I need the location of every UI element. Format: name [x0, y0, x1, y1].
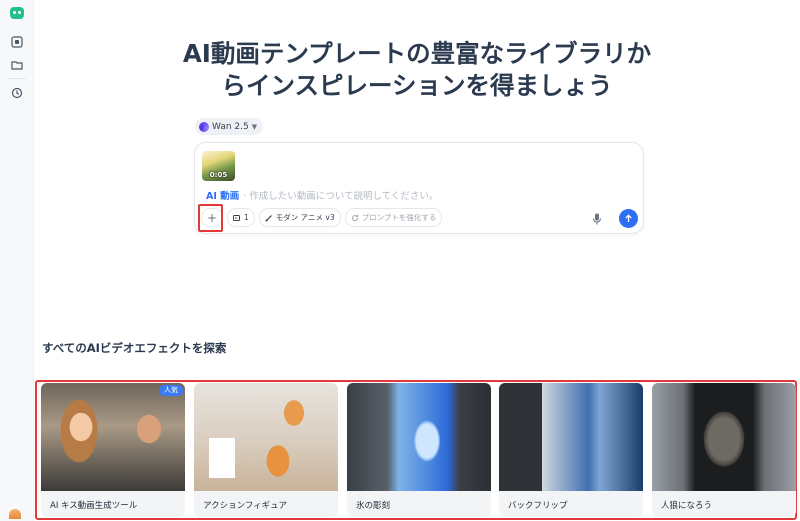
- video-count-button[interactable]: 1: [227, 208, 255, 227]
- effect-card-werewolf[interactable]: 人狼になろう: [652, 383, 796, 517]
- style-selector-button[interactable]: モダン アニメ v3: [258, 208, 341, 227]
- card-label: AI キス動画生成ツール: [50, 501, 138, 511]
- card-thumbnail: [41, 383, 185, 491]
- chevron-down-icon: ▼: [251, 122, 258, 131]
- add-attachment-button[interactable]: +: [201, 208, 223, 227]
- prompt-input[interactable]: AI 動画 · 作成したい動画について説明してください。: [206, 188, 438, 202]
- video-count-label: 1: [244, 213, 249, 222]
- sidebar: [0, 0, 34, 521]
- page-title-line-2: らインスピレーションを得ましょう: [221, 71, 613, 100]
- card-label: バックフリップ: [508, 501, 568, 511]
- model-selector[interactable]: Wan 2.5 ▼: [195, 118, 264, 135]
- card-label: アクションフィギュア: [203, 501, 287, 511]
- card-thumbnail: [347, 383, 491, 491]
- new-create-icon[interactable]: [9, 34, 25, 50]
- enhance-prompt-button[interactable]: プロンプトを強化する: [344, 208, 443, 227]
- enhance-label: プロンプトを強化する: [361, 213, 437, 222]
- arrow-up-icon: [625, 214, 632, 222]
- effect-card-backflip[interactable]: バックフリップ: [499, 383, 643, 517]
- user-avatar[interactable]: [9, 509, 21, 519]
- card-thumbnail: [652, 383, 796, 491]
- send-button[interactable]: [619, 209, 638, 228]
- page-title: AI動画テンプレートの豊富なライブラリか らインスピレーションを得ましょう: [34, 38, 800, 102]
- history-icon[interactable]: [9, 85, 25, 101]
- brush-icon: [265, 214, 272, 221]
- attached-video-thumbnail[interactable]: 0:05: [202, 151, 235, 181]
- microphone-icon[interactable]: [592, 213, 602, 225]
- page-title-line-1: AI動画テンプレートの豊富なライブラリか: [182, 39, 652, 68]
- section-title: すべてのAIビデオエフェクトを探索: [42, 341, 227, 355]
- card-label: 氷の彫刻: [356, 501, 391, 511]
- card-label: 人狼になろう: [661, 501, 713, 511]
- style-label: モダン アニメ v3: [275, 213, 335, 222]
- card-thumbnail: [194, 383, 338, 491]
- attachment-duration: 0:05: [209, 171, 228, 179]
- ai-video-tag: AI 動画: [206, 191, 240, 202]
- wan-model-icon: [199, 121, 209, 132]
- prompt-placeholder: · 作成したい動画について説明してください。: [243, 191, 439, 202]
- sidebar-divider: [8, 78, 26, 79]
- prompt-composer: 0:05 AI 動画 · 作成したい動画について説明してください。 + 1 モダ…: [194, 142, 644, 234]
- popular-badge: 人気: [159, 385, 183, 396]
- composer-toolbar: + 1 モダン アニメ v3 プロンプトを強化する: [201, 208, 443, 227]
- model-name: Wan 2.5: [212, 121, 249, 132]
- refresh-icon: [351, 214, 358, 221]
- effect-card-ai-kiss[interactable]: 人気 AI キス動画生成ツール: [41, 383, 185, 517]
- video-count-icon: [233, 214, 240, 221]
- folder-icon[interactable]: [9, 57, 25, 73]
- plus-icon: +: [206, 210, 218, 225]
- app-logo-icon[interactable]: [10, 7, 24, 19]
- card-thumbnail: [499, 383, 643, 491]
- effect-card-ice-sculpture[interactable]: 氷の彫刻: [347, 383, 491, 517]
- effect-card-action-figure[interactable]: アクションフィギュア: [194, 383, 338, 517]
